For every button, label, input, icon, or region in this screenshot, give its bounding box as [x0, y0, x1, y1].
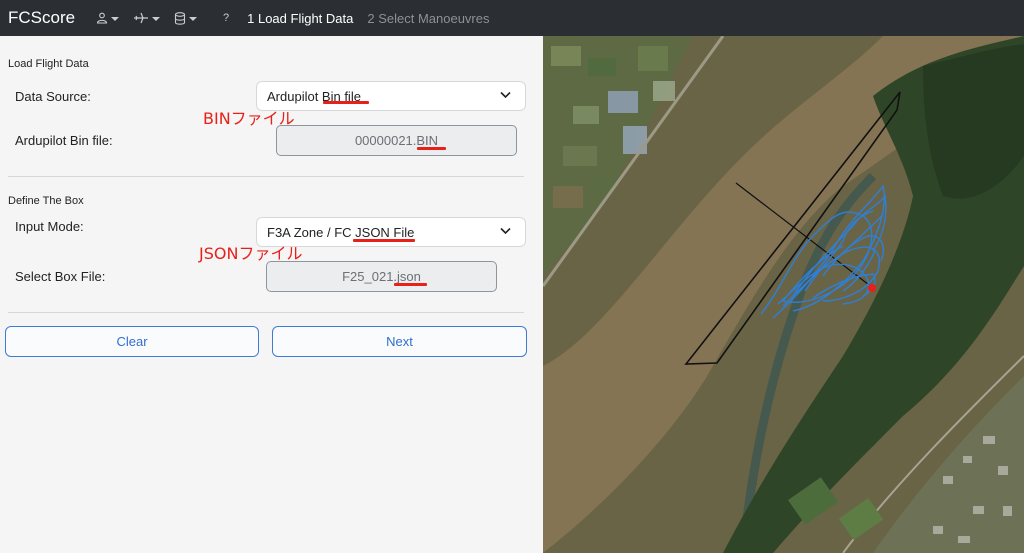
tab-load-flight-data[interactable]: 1 Load Flight Data — [247, 11, 353, 26]
bin-file-label: Ardupilot Bin file: — [15, 133, 113, 148]
app-brand[interactable]: FCScore — [8, 8, 90, 28]
map-canvas — [543, 36, 1024, 553]
input-mode-label: Input Mode: — [15, 219, 84, 234]
section-divider — [8, 312, 524, 313]
left-panel: Load Flight Data Data Source: Ardupilot … — [0, 36, 540, 553]
database-icon — [174, 11, 186, 25]
user-icon — [96, 12, 108, 24]
bin-file-input[interactable]: 00000021.BIN — [276, 125, 517, 156]
chevron-down-icon — [189, 16, 197, 21]
annotation-underline — [353, 239, 415, 242]
chevron-down-icon — [500, 227, 511, 235]
next-button[interactable]: Next — [272, 326, 527, 357]
satellite-map[interactable] — [543, 36, 1024, 553]
database-menu[interactable] — [174, 0, 197, 36]
red-dot-marker — [868, 284, 876, 292]
plane-icon — [134, 12, 148, 24]
define-box-heading: Define The Box — [8, 195, 84, 207]
data-source-label: Data Source: — [15, 89, 91, 104]
chevron-down-icon — [152, 16, 160, 21]
chevron-down-icon — [111, 16, 119, 21]
clear-button[interactable]: Clear — [5, 326, 259, 357]
annotation-underline — [417, 147, 446, 150]
plane-menu[interactable] — [133, 0, 160, 36]
box-file-label: Select Box File: — [15, 269, 106, 284]
load-flight-data-heading: Load Flight Data — [8, 58, 89, 70]
top-navbar: FCScore ? 1 Load Flight Data 2 Select Ma… — [0, 0, 1024, 36]
annotation-underline — [323, 101, 369, 104]
help-icon[interactable]: ? — [223, 12, 229, 24]
bin-file-value: 00000021.BIN — [354, 133, 439, 148]
tab-select-manoeuvres[interactable]: 2 Select Manoeuvres — [367, 11, 489, 26]
user-menu[interactable] — [96, 0, 119, 36]
data-source-select[interactable]: Ardupilot Bin file — [256, 81, 526, 111]
input-mode-value: F3A Zone / FC JSON File — [267, 224, 415, 240]
section-divider — [8, 176, 524, 177]
box-file-input[interactable]: F25_021.json — [266, 261, 497, 292]
chevron-down-icon — [500, 91, 511, 99]
box-file-value: F25_021.json — [342, 269, 421, 284]
annotation-underline — [394, 283, 427, 286]
